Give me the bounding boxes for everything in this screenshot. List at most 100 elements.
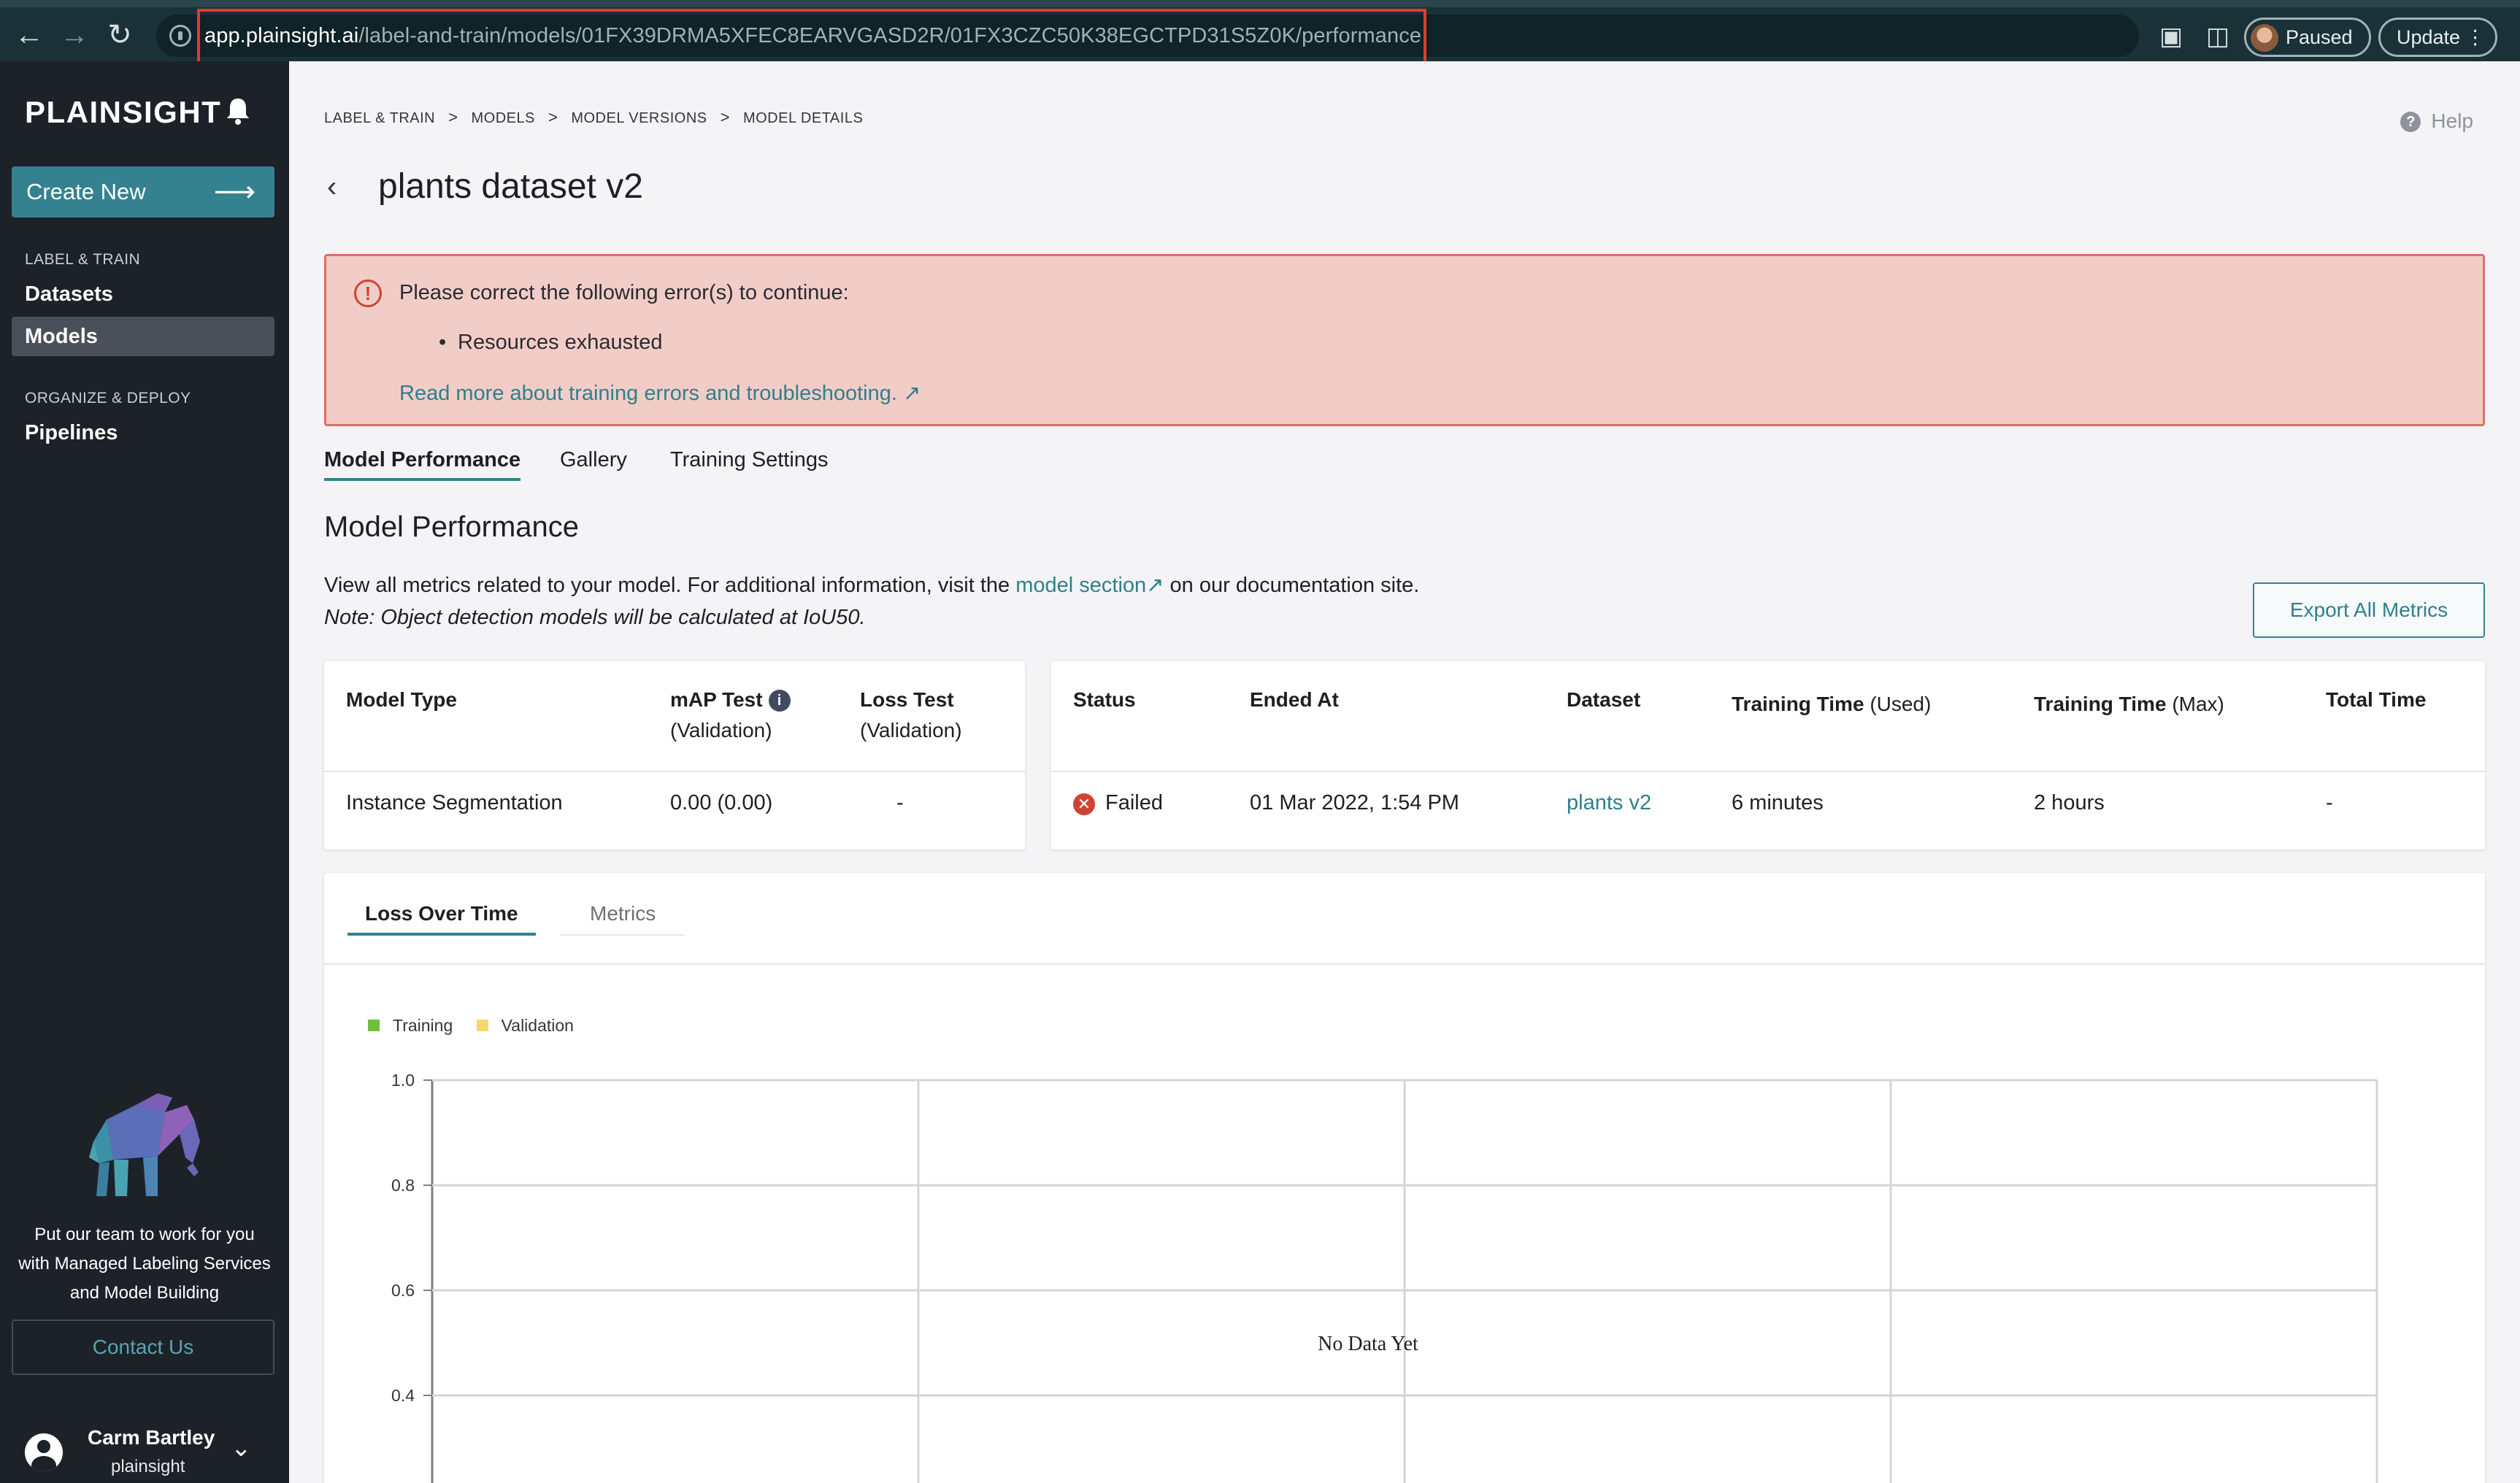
legend-item-validation[interactable]: Validation [476, 1016, 574, 1035]
y-tick-label: 0.4 [391, 1386, 415, 1405]
side-panel-icon[interactable]: ◫ [2203, 22, 2232, 51]
table-cell-time-max: 2 hours [2034, 791, 2105, 814]
header-subtext: (Max) [2172, 693, 2224, 715]
y-tick-label: 0.8 [391, 1176, 415, 1195]
create-new-button[interactable]: Create New ⟶ [12, 166, 274, 217]
profile-paused-label: Paused [2286, 26, 2353, 48]
col-header-dataset: Dataset [1567, 688, 1641, 711]
desc-text: View all metrics related to your model. … [324, 574, 1010, 597]
error-title: Please correct the following error(s) to… [399, 281, 849, 304]
breadcrumb-model-details: MODEL DETAILS [742, 110, 864, 126]
sidebar-item-models[interactable]: Models [12, 317, 274, 356]
y-tick-label: 1.0 [391, 1071, 415, 1090]
model-section-link[interactable]: model section↗ [1015, 574, 1164, 597]
breadcrumb-label-train[interactable]: LABEL & TRAIN [324, 110, 435, 126]
legend-label: Training [393, 1016, 453, 1035]
legend-swatch-validation [476, 1020, 488, 1031]
chart-empty-message: No Data Yet [1318, 1333, 1418, 1355]
promo-line: and Model Building [69, 1283, 220, 1303]
troubleshooting-link-text: Read more about training errors and trou… [399, 382, 897, 405]
breadcrumb: LABEL & TRAIN > MODELS > MODEL VERSIONS > MODE… [324, 108, 863, 127]
sidebar-item-datasets[interactable]: Datasets [12, 274, 274, 314]
table-cell-loss: - [896, 791, 904, 814]
table-cell-status: ✕ Failed [1073, 791, 1163, 815]
browser-update-label: Update [2397, 26, 2461, 48]
legend-label: Validation [501, 1016, 574, 1035]
failed-x-icon: ✕ [1073, 793, 1095, 815]
tab-gallery[interactable]: Gallery [560, 448, 627, 472]
back-chevron-icon[interactable]: ‹ [327, 171, 337, 204]
iou-note: Note: Object detection models will be ca… [324, 606, 866, 629]
header-text: mAP Test [670, 688, 763, 711]
user-name: Carm Bartley [88, 1426, 215, 1449]
dataset-link[interactable]: plants v2 [1567, 791, 1651, 815]
chart-legend: Training Validation [368, 1016, 593, 1036]
tab-model-performance[interactable]: Model Performance [324, 448, 521, 481]
error-alert: ! Please correct the following error(s) … [324, 254, 2485, 426]
desc-text-after: on our documentation site. [1169, 574, 1420, 597]
header-text: Loss Test [860, 688, 954, 711]
site-info-icon[interactable] [169, 25, 191, 47]
promo-line: with Managed Labeling Services [18, 1254, 271, 1274]
managed-services-promo: Put our team to work for you with Manage… [0, 1220, 289, 1308]
legend-item-training[interactable]: Training [368, 1016, 453, 1035]
info-icon[interactable]: i [768, 690, 791, 712]
legend-swatch-training [368, 1020, 380, 1031]
help-link[interactable]: ? Help [2400, 109, 2473, 133]
extensions-puzzle-icon[interactable]: ▣ [2156, 22, 2186, 51]
contact-us-button[interactable]: Contact Us [12, 1320, 274, 1375]
loss-chart-card: Loss Over Time Metrics Training Validati… [324, 873, 2485, 1483]
header-subtext: (Used) [1870, 693, 1932, 715]
external-link-icon: ↗ [896, 382, 921, 405]
header-text: Training Time [1732, 693, 1864, 715]
troubleshooting-link[interactable]: Read more about training errors and trou… [399, 380, 921, 406]
table-divider [1051, 771, 2485, 772]
tab-loss-over-time[interactable]: Loss Over Time [347, 902, 536, 936]
table-cell-model-type: Instance Segmentation [346, 791, 563, 814]
reload-icon[interactable]: ↻ [102, 18, 137, 53]
section-organize-deploy: ORGANIZE & DEPLOY [25, 390, 191, 407]
sidebar: PLAINSIGHT Create New ⟶ LABEL & TRAIN Da… [0, 61, 289, 1483]
export-all-metrics-button[interactable]: Export All Metrics [2253, 582, 2485, 638]
back-arrow-icon[interactable]: ← [12, 18, 47, 53]
header-text: Model Type [346, 688, 457, 711]
help-question-icon: ? [2400, 112, 2421, 132]
create-new-label: Create New [26, 179, 146, 204]
header-subtext: (Validation) [670, 719, 772, 742]
forward-arrow-icon[interactable]: → [57, 18, 92, 53]
col-header-training-time-max: Training Time (Max) [2034, 689, 2224, 720]
bell-icon[interactable] [225, 96, 251, 126]
breadcrumb-models[interactable]: MODELS [471, 110, 534, 126]
section-title: Model Performance [324, 511, 580, 543]
col-header-loss-test: Loss Test (Validation) [860, 685, 962, 746]
external-link-icon: ↗ [1146, 574, 1164, 597]
sidebar-item-pipelines[interactable]: Pipelines [12, 413, 274, 452]
chevron-down-icon[interactable]: ⌄ [231, 1433, 252, 1463]
col-header-training-time-used: Training Time (Used) [1732, 689, 1931, 720]
page-title: plants dataset v2 [378, 167, 643, 206]
elephant-illustration-icon [89, 1093, 200, 1196]
table-cell-ended-at: 01 Mar 2022, 1:54 PM [1250, 791, 1459, 814]
y-tick-label: 0.6 [391, 1281, 415, 1300]
url-highlight-box [197, 9, 1426, 64]
performance-description: View all metrics related to your model. … [324, 572, 1419, 598]
breadcrumb-model-versions[interactable]: MODEL VERSIONS [571, 110, 707, 126]
user-avatar-icon[interactable] [25, 1433, 63, 1471]
col-header-total-time: Total Time [2326, 688, 2427, 711]
main-content: LABEL & TRAIN > MODELS > MODEL VERSIONS > MODE… [289, 61, 2520, 1483]
error-item: Resources exhausted [439, 331, 662, 355]
profile-avatar [2251, 24, 2278, 52]
col-header-model-type: Model Type [346, 685, 457, 715]
brand-logo[interactable]: PLAINSIGHT [25, 95, 221, 130]
table-divider [324, 771, 1025, 772]
error-exclamation-icon: ! [354, 280, 382, 307]
promo-line: Put our team to work for you [34, 1225, 255, 1244]
tab-training-settings[interactable]: Training Settings [670, 448, 829, 472]
browser-toolbar: ← → ↻ app.plainsight.ai/label-and-train/… [0, 0, 2520, 64]
col-header-status: Status [1073, 688, 1136, 711]
browser-update-button[interactable]: Update ⋮ [2378, 18, 2498, 57]
status-text: Failed [1105, 791, 1163, 814]
profile-paused-button[interactable]: Paused [2244, 18, 2371, 57]
tab-metrics[interactable]: Metrics [561, 902, 685, 936]
table-cell-time-used: 6 minutes [1732, 791, 1824, 814]
